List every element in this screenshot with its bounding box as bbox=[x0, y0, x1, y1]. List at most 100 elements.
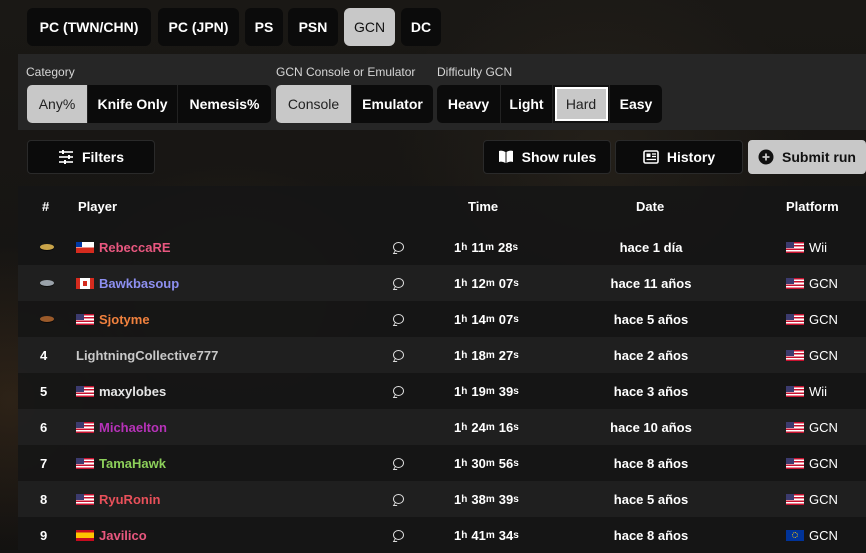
table-row[interactable]: 7 TamaHawk 1 h 30 m 56 s hace 8 años GCN bbox=[18, 445, 866, 481]
time-h-value: 1 bbox=[454, 527, 462, 543]
player-cell[interactable]: Sjotyme bbox=[76, 301, 150, 337]
header-time: Time bbox=[468, 199, 499, 214]
time-cell[interactable]: 1 h 19 m 39 s bbox=[454, 373, 519, 409]
player-cell[interactable]: Bawkbasoup bbox=[76, 265, 179, 301]
tab-pc-jpn[interactable]: PC (JPN) bbox=[158, 8, 239, 46]
difficulty-hard[interactable]: Hard bbox=[553, 85, 610, 123]
table-row[interactable]: 8 RyuRonin 1 h 38 m 39 s hace 5 años GCN bbox=[18, 481, 866, 517]
tab-pc-twn-chn[interactable]: PC (TWN/CHN) bbox=[27, 8, 151, 46]
tab-ps[interactable]: PS bbox=[245, 8, 283, 46]
player-cell[interactable]: RyuRonin bbox=[76, 481, 160, 517]
gold-medal-icon bbox=[40, 244, 54, 250]
difficulty-group: Heavy Light Hard Easy bbox=[437, 85, 662, 123]
platform-cell: GCN bbox=[786, 445, 838, 481]
time-unit: h bbox=[461, 385, 468, 397]
comment-icon[interactable] bbox=[393, 265, 404, 301]
show-rules-button[interactable]: Show rules bbox=[483, 140, 611, 174]
difficulty-light[interactable]: Light bbox=[501, 85, 553, 123]
time-h-value: 1 bbox=[454, 347, 462, 363]
player-cell[interactable]: TamaHawk bbox=[76, 445, 166, 481]
comment-icon[interactable] bbox=[393, 337, 404, 373]
comment-icon[interactable] bbox=[393, 229, 404, 265]
time-s-value: 07 bbox=[498, 311, 514, 327]
medal-icon bbox=[40, 301, 54, 337]
category-knife-only[interactable]: Knife Only bbox=[88, 85, 178, 123]
tab-gcn[interactable]: GCN bbox=[344, 8, 395, 46]
header-player: Player bbox=[78, 199, 118, 214]
rank-number: 8 bbox=[40, 491, 48, 507]
table-row[interactable]: 9 Javilico 1 h 41 m 34 s hace 8 años GCN bbox=[18, 517, 866, 553]
time-cell[interactable]: 1 h 14 m 07 s bbox=[454, 301, 519, 337]
time-cell[interactable]: 1 h 24 m 16 s bbox=[454, 409, 519, 445]
time-unit: m bbox=[485, 241, 494, 253]
table-row[interactable]: RebeccaRE 1 h 11 m 28 s hace 1 día Wii bbox=[18, 229, 866, 265]
time-cell[interactable]: 1 h 12 m 07 s bbox=[454, 265, 519, 301]
platform-name: Wii bbox=[809, 383, 828, 399]
emulator-option[interactable]: Emulator bbox=[352, 85, 433, 123]
comment-icon[interactable] bbox=[393, 301, 404, 337]
comment-icon[interactable] bbox=[393, 517, 404, 553]
player-cell[interactable]: RebeccaRE bbox=[76, 229, 171, 265]
time-unit: m bbox=[485, 385, 495, 397]
date-cell: hace 11 años bbox=[610, 275, 692, 291]
time-unit: s bbox=[513, 385, 519, 397]
time-unit: s bbox=[513, 421, 519, 433]
time-s-value: 27 bbox=[498, 347, 514, 363]
time-cell[interactable]: 1 h 11 m 28 s bbox=[454, 229, 518, 265]
player-name[interactable]: LightningCollective777 bbox=[76, 348, 218, 363]
submit-run-button[interactable]: Submit run bbox=[748, 140, 866, 174]
speech-bubble-icon bbox=[393, 278, 404, 288]
player-cell[interactable]: Javilico bbox=[76, 517, 147, 553]
time-unit: s bbox=[513, 457, 519, 469]
category-nemesis[interactable]: Nemesis% bbox=[178, 85, 271, 123]
time-cell[interactable]: 1 h 30 m 56 s bbox=[454, 445, 519, 481]
difficulty-heavy[interactable]: Heavy bbox=[437, 85, 501, 123]
time-cell[interactable]: 1 h 18 m 27 s bbox=[454, 337, 519, 373]
time-cell[interactable]: 1 h 38 m 39 s bbox=[454, 481, 519, 517]
player-name[interactable]: Javilico bbox=[99, 528, 147, 543]
player-name[interactable]: maxylobes bbox=[99, 384, 166, 399]
time-h-value: 1 bbox=[454, 239, 462, 255]
platform-cell: GCN bbox=[786, 301, 838, 337]
time-cell[interactable]: 1 h 41 m 34 s bbox=[454, 517, 519, 553]
console-label: GCN Console or Emulator bbox=[276, 65, 416, 79]
time-unit: s bbox=[513, 529, 519, 541]
cl-flag-icon bbox=[76, 241, 94, 253]
history-button[interactable]: History bbox=[615, 140, 743, 174]
header-platform: Platform bbox=[786, 199, 839, 214]
category-label: Category bbox=[26, 65, 75, 79]
filters-button[interactable]: Filters bbox=[27, 140, 155, 174]
book-icon bbox=[498, 150, 513, 163]
platform-name: GCN bbox=[809, 275, 838, 291]
table-row[interactable]: 6 Michaelton 1 h 24 m 16 s hace 10 años GCN bbox=[18, 409, 866, 445]
time-unit: m bbox=[485, 277, 495, 289]
comment-icon[interactable] bbox=[393, 445, 404, 481]
table-row[interactable]: Sjotyme 1 h 14 m 07 s hace 5 años GCN bbox=[18, 301, 866, 337]
table-row[interactable]: 4 LightningCollective777 1 h 18 m 27 s hace 2 añ… bbox=[18, 337, 866, 373]
tab-dc[interactable]: DC bbox=[401, 8, 441, 46]
platform-name: GCN bbox=[809, 347, 838, 363]
player-name[interactable]: Michaelton bbox=[99, 420, 167, 435]
table-row[interactable]: Bawkbasoup 1 h 12 m 07 s hace 11 años GCN bbox=[18, 265, 866, 301]
platform-name: Wii bbox=[809, 239, 828, 255]
category-any[interactable]: Any% bbox=[27, 85, 88, 123]
player-name[interactable]: TamaHawk bbox=[99, 456, 166, 471]
header-date: Date bbox=[636, 199, 665, 214]
time-unit: m bbox=[485, 529, 495, 541]
player-name[interactable]: Bawkbasoup bbox=[99, 276, 179, 291]
time-unit: m bbox=[485, 493, 495, 505]
comment-icon[interactable] bbox=[393, 373, 404, 409]
player-name[interactable]: Sjotyme bbox=[99, 312, 150, 327]
speech-bubble-icon bbox=[393, 314, 404, 324]
time-unit: h bbox=[461, 241, 468, 253]
difficulty-easy[interactable]: Easy bbox=[610, 85, 662, 123]
comment-icon[interactable] bbox=[393, 481, 404, 517]
player-name[interactable]: RyuRonin bbox=[99, 492, 160, 507]
tab-psn[interactable]: PSN bbox=[288, 8, 338, 46]
player-cell[interactable]: LightningCollective777 bbox=[76, 337, 218, 373]
player-cell[interactable]: maxylobes bbox=[76, 373, 166, 409]
player-name[interactable]: RebeccaRE bbox=[99, 240, 171, 255]
console-option[interactable]: Console bbox=[276, 85, 352, 123]
table-row[interactable]: 5 maxylobes 1 h 19 m 39 s hace 3 años Wii bbox=[18, 373, 866, 409]
player-cell[interactable]: Michaelton bbox=[76, 409, 167, 445]
